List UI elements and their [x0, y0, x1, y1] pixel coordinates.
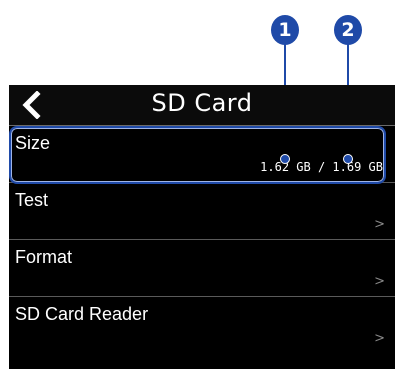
- header-bar: SD Card: [9, 85, 395, 126]
- callout-marker-2: 2: [334, 15, 362, 45]
- page-title: SD Card: [151, 89, 253, 117]
- callout-marker-1: 1: [271, 15, 299, 45]
- chevron-right-icon: >: [374, 331, 385, 346]
- menu-item-label: Test: [15, 190, 49, 210]
- callout-dot-2: [343, 154, 353, 164]
- chevron-right-icon: >: [374, 217, 385, 232]
- menu-item-label: SD Card Reader: [15, 304, 149, 324]
- chevron-right-icon: >: [374, 274, 385, 289]
- menu-item-format[interactable]: Format >: [9, 240, 395, 297]
- menu-item-label: Format: [15, 247, 73, 267]
- callout-dot-1: [280, 154, 290, 164]
- size-row-highlight: [9, 126, 386, 184]
- menu-item-test[interactable]: Test >: [9, 183, 395, 240]
- menu-item-sd-card-reader[interactable]: SD Card Reader >: [9, 297, 395, 353]
